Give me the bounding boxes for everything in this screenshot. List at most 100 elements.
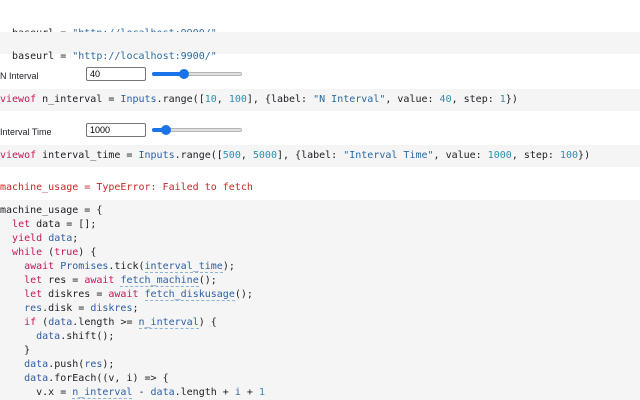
code-line: data.push(res); (0, 358, 640, 372)
n-interval-slider[interactable] (152, 69, 242, 79)
n-interval-label: N Interval (0, 71, 39, 81)
code-line: while (true) { (0, 246, 640, 260)
code-token: interval_time = (36, 150, 139, 161)
code-line: viewof n_interval = Inputs.range([10, 10… (0, 93, 640, 107)
code-token: Inputs (120, 94, 157, 105)
code-line: viewof interval_time = Inputs.range([500… (0, 149, 640, 163)
code-token: yield (12, 233, 43, 244)
code-line: let diskres = await fetch_diskusage(); (0, 288, 640, 302)
code-token: .push( (48, 359, 85, 370)
code-token: n_interval = (36, 94, 121, 105)
code-token: viewof (0, 94, 37, 105)
interval-time-number-field[interactable] (86, 123, 146, 137)
code-line: yield data; (0, 232, 640, 246)
baseurl-code-cell[interactable]: baseurl = "http://localhost:9900/" (0, 32, 640, 62)
code-token: data (150, 387, 175, 398)
code-token: data (24, 373, 49, 384)
code-token: , step: (511, 150, 560, 161)
code-token: , value: (433, 150, 488, 161)
code-token: await (84, 275, 115, 286)
code-token: .forEach((v, i) => { (48, 373, 169, 384)
code-token: , (240, 150, 253, 161)
interval-time-input: Interval Time (0, 122, 640, 144)
code-token: 10 (204, 94, 217, 105)
cell-reference-link[interactable]: fetch_machine (120, 275, 199, 287)
code-token: 500 (222, 150, 241, 161)
code-token: res (84, 359, 103, 370)
code-token: }) (505, 94, 518, 105)
code-token: ) { (78, 247, 97, 258)
code-token: ( (36, 317, 49, 328)
code-token: "N Interval" (313, 94, 386, 105)
code-token: 1 (258, 387, 265, 398)
baseurl-code-name: baseurl (12, 51, 55, 62)
code-token: ; (72, 233, 79, 244)
code-token: "Interval Time" (343, 150, 434, 161)
n-interval-code-cell[interactable]: viewof n_interval = Inputs.range([10, 10… (0, 89, 640, 111)
code-line: let res = await fetch_machine(); (0, 274, 640, 288)
baseurl-code-op: = (54, 51, 73, 62)
code-token: ( (42, 247, 55, 258)
code-token: (); (198, 275, 217, 286)
code-token: .range([ (174, 150, 223, 161)
code-line: data.forEach((v, i) => { (0, 372, 640, 386)
code-line: data.shift(); (0, 330, 640, 344)
code-token: .length >= (72, 317, 139, 328)
code-token: let (24, 275, 43, 286)
code-token: await (24, 261, 55, 272)
code-token: (); (234, 289, 253, 300)
code-token: data (48, 317, 73, 328)
code-token: , value: (385, 94, 440, 105)
code-token: 100 (228, 94, 247, 105)
n-interval-number-field[interactable] (86, 67, 146, 81)
code-token: ) { (198, 317, 217, 328)
code-line: if (data.length >= n_interval) { (0, 316, 640, 330)
code-line: await Promises.tick(interval_time); (0, 260, 640, 274)
machine-usage-code-cell[interactable]: machine_usage = { let data = []; yield d… (0, 200, 640, 400)
n-interval-slider-thumb[interactable] (179, 69, 189, 79)
machine-usage-error: machine_usage = TypeError: Failed to fet… (0, 182, 253, 193)
code-token: , (216, 94, 229, 105)
code-token: .disk = (42, 303, 91, 314)
cell-reference-link[interactable]: n_interval (138, 317, 199, 329)
code-token: viewof (0, 150, 37, 161)
n-interval-input: N Interval (0, 66, 640, 88)
code-token: 40 (439, 94, 452, 105)
code-token: res = (42, 275, 85, 286)
code-token: diskres (90, 303, 133, 314)
code-token: 1000 (487, 150, 512, 161)
interval-time-label: Interval Time (0, 127, 52, 137)
code-token: let (24, 289, 43, 300)
code-token: }) (578, 150, 591, 161)
interval-time-slider-thumb[interactable] (161, 125, 171, 135)
code-token: .shift(); (60, 331, 115, 342)
code-token: ; (132, 303, 139, 314)
code-token: ], {label: (246, 94, 314, 105)
code-token: await (108, 289, 139, 300)
code-token: ], {label: (276, 150, 344, 161)
code-token: if (24, 317, 37, 328)
cell-reference-link[interactable]: n_interval (72, 387, 133, 399)
cell-reference-link[interactable]: interval_time (144, 261, 223, 273)
code-token: true (54, 247, 79, 258)
code-token: + (240, 387, 259, 398)
code-token: while (12, 247, 43, 258)
baseurl-code-value: "http://localhost:9900/" (72, 51, 217, 62)
interval-time-code-cell[interactable]: viewof interval_time = Inputs.range([500… (0, 145, 640, 167)
code-token: machine_usage = { (0, 205, 103, 216)
cell-reference-link[interactable]: fetch_diskusage (144, 289, 235, 301)
interval-time-slider[interactable] (152, 125, 242, 135)
code-token: data = []; (30, 219, 97, 230)
code-token: res (24, 303, 43, 314)
code-token: Inputs (138, 150, 175, 161)
